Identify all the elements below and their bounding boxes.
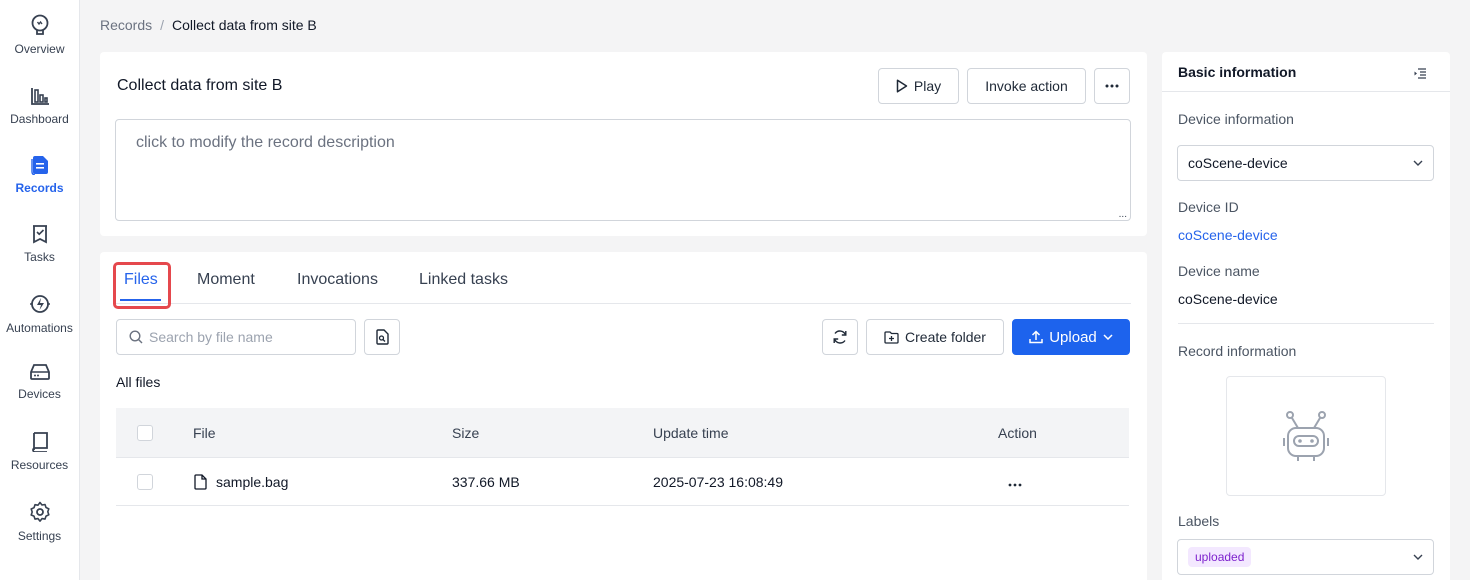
folder-add-icon [884, 330, 899, 344]
column-header-size: Size [452, 424, 480, 441]
book-icon [31, 432, 48, 452]
breadcrumb-parent-link[interactable]: Records [100, 17, 152, 33]
nav-label: Automations [6, 321, 73, 335]
robot-icon [1283, 411, 1329, 461]
nav-label: Settings [17, 529, 62, 543]
breadcrumb: Records / Collect data from site B [100, 17, 317, 33]
upload-button[interactable]: Upload [1012, 319, 1130, 355]
invoke-action-label: Invoke action [985, 78, 1068, 94]
device-name-label: Device name [1178, 263, 1260, 279]
more-horizontal-icon [1008, 483, 1022, 486]
tab-moment[interactable]: Moment [197, 271, 255, 289]
refresh-button[interactable] [822, 319, 858, 355]
tab-bar: Files Moment Invocations Linked tasks [116, 264, 1131, 304]
record-header-card: Collect data from site B Play Invoke act… [100, 52, 1147, 236]
create-folder-label: Create folder [905, 329, 986, 345]
chevron-down-icon [1413, 160, 1423, 166]
play-icon [896, 79, 908, 93]
nav-label: Records [15, 181, 64, 195]
file-name: sample.bag [216, 473, 289, 490]
file-name-cell[interactable]: sample.bag [194, 474, 288, 490]
tab-linked-tasks[interactable]: Linked tasks [419, 271, 508, 289]
files-table: File Size Update time Action sample.bag … [116, 408, 1129, 506]
nav-item-records[interactable]: Records [0, 155, 79, 215]
nav-label: Devices [18, 387, 61, 401]
device-id-label: Device ID [1178, 199, 1239, 215]
more-horizontal-icon [1105, 84, 1119, 88]
device-name-value: coScene-device [1178, 291, 1278, 307]
select-all-checkbox[interactable] [137, 424, 153, 441]
file-update-time: 2025-07-23 16:08:49 [653, 473, 783, 490]
nav-item-resources[interactable]: Resources [0, 432, 79, 492]
invoke-action-button[interactable]: Invoke action [967, 68, 1086, 104]
play-button[interactable]: Play [878, 68, 959, 104]
nav-item-automations[interactable]: Automations [0, 293, 79, 353]
column-header-action: Action [998, 424, 1037, 441]
page-title: Collect data from site B [117, 77, 283, 94]
tasks-icon [32, 225, 47, 244]
breadcrumb-separator: / [160, 17, 165, 33]
highlight-box [113, 262, 171, 309]
nav-item-tasks[interactable]: Tasks [0, 224, 79, 284]
gear-icon [29, 501, 50, 522]
overview-icon [31, 14, 48, 35]
table-row[interactable]: sample.bag 337.66 MB 2025-07-23 16:08:49 [116, 458, 1129, 506]
tab-invocations[interactable]: Invocations [297, 271, 378, 289]
file-icon [194, 473, 207, 490]
labels-select[interactable]: uploaded [1177, 539, 1434, 575]
file-search [116, 319, 356, 355]
upload-icon [1029, 330, 1043, 344]
chevron-down-icon [1103, 334, 1113, 340]
search-input[interactable] [149, 329, 339, 345]
left-nav: Overview Dashboard Records Tasks Automat… [0, 0, 80, 580]
panel-title: Basic information [1178, 64, 1297, 80]
all-files-label: All files [116, 374, 161, 390]
column-header-update-time: Update time [653, 424, 729, 441]
device-icon [29, 364, 50, 380]
upload-label: Upload [1049, 328, 1097, 346]
play-label: Play [913, 78, 942, 94]
nav-item-overview[interactable]: Overview [0, 14, 79, 74]
collapse-panel-icon[interactable] [1414, 68, 1427, 79]
labels-label: Labels [1178, 513, 1220, 529]
bar-chart-icon [30, 88, 49, 105]
column-header-file: File [193, 424, 216, 441]
nav-item-devices[interactable]: Devices [0, 363, 79, 423]
divider [1178, 323, 1434, 324]
nav-label: Tasks [24, 250, 55, 264]
create-folder-button[interactable]: Create folder [866, 319, 1004, 355]
device-info-label: Device information [1178, 111, 1294, 127]
row-more-actions-button[interactable] [1008, 474, 1022, 490]
automation-icon [29, 295, 50, 313]
label-tag: uploaded [1188, 547, 1252, 567]
nav-label: Overview [14, 42, 65, 56]
record-thumbnail [1226, 376, 1386, 496]
file-search-option-button[interactable] [364, 319, 400, 355]
more-actions-button[interactable] [1094, 68, 1130, 104]
nav-label: Dashboard [10, 112, 69, 126]
record-info-label: Record information [1178, 343, 1297, 359]
chevron-down-icon [1413, 554, 1423, 560]
device-select-value: coScene-device [1188, 155, 1288, 171]
records-icon [30, 156, 48, 175]
device-id-link[interactable]: coScene-device [1178, 227, 1278, 243]
refresh-icon [833, 330, 847, 344]
divider [1162, 91, 1450, 92]
files-card: Files Moment Invocations Linked tasks Cr… [100, 252, 1147, 580]
search-icon [129, 330, 143, 344]
file-search-icon [376, 329, 389, 345]
row-checkbox[interactable] [137, 473, 153, 490]
description-placeholder: click to modify the record description [136, 134, 395, 151]
file-size: 337.66 MB [452, 473, 520, 490]
record-description-field[interactable]: click to modify the record description .… [115, 119, 1131, 221]
breadcrumb-current: Collect data from site B [172, 17, 317, 33]
table-header: File Size Update time Action [116, 408, 1129, 458]
resize-handle-icon[interactable]: ... [1119, 209, 1127, 220]
nav-item-settings[interactable]: Settings [0, 501, 79, 561]
basic-info-panel: Basic information Device information coS… [1162, 52, 1450, 580]
nav-item-dashboard[interactable]: Dashboard [0, 86, 79, 146]
device-select[interactable]: coScene-device [1177, 145, 1434, 181]
nav-label: Resources [10, 458, 69, 472]
